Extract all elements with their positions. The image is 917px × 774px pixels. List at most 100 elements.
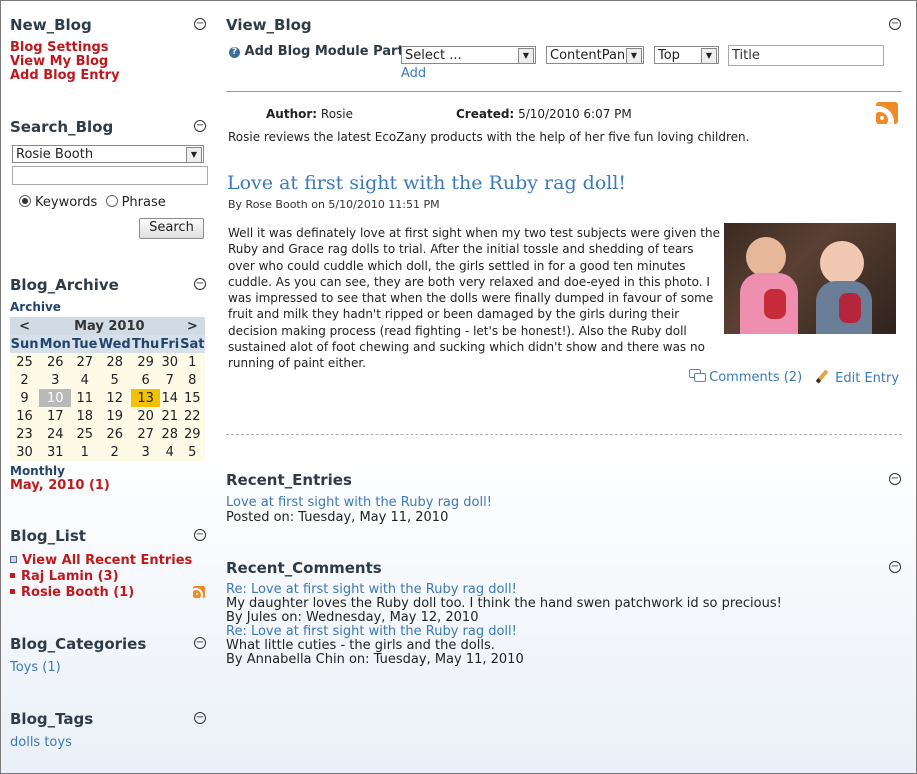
entry-title-link[interactable]: Love at first sight with the Ruby rag do…: [227, 172, 626, 194]
calendar-day[interactable]: 26: [39, 353, 72, 371]
calendar-day[interactable]: 29: [131, 353, 160, 371]
calendar-day[interactable]: 31: [39, 443, 72, 461]
blog-settings-link[interactable]: Blog Settings: [10, 41, 120, 55]
calendar-day[interactable]: 22: [179, 407, 205, 425]
search-input[interactable]: [12, 166, 208, 185]
edit-entry-link[interactable]: Edit Entry: [835, 371, 899, 386]
calendar-day[interactable]: 7: [159, 371, 180, 389]
calendar-day[interactable]: 18: [71, 407, 99, 425]
pane-select[interactable]: ContentPane ▼: [546, 46, 644, 64]
calendar-day[interactable]: 1: [179, 353, 205, 371]
calendar-day[interactable]: 5: [179, 443, 205, 461]
rss-icon[interactable]: [193, 586, 205, 598]
comment-text: What little cuties - the girls and the d…: [226, 638, 495, 653]
calendar-day[interactable]: 27: [131, 425, 160, 443]
comments-action[interactable]: Comments (2): [689, 369, 802, 385]
module-select[interactable]: Select ... ▼: [401, 46, 536, 64]
calendar-day[interactable]: 20: [131, 407, 160, 425]
comments-link[interactable]: Comments (2): [709, 370, 802, 385]
calendar-day[interactable]: 2: [10, 371, 40, 389]
calendar-day[interactable]: 17: [39, 407, 72, 425]
collapse-icon[interactable]: −: [194, 278, 206, 290]
calendar-day[interactable]: 29: [179, 425, 205, 443]
calendar-day[interactable]: 19: [98, 407, 132, 425]
calendar-day[interactable]: 11: [71, 389, 99, 407]
calendar-day[interactable]: 16: [10, 407, 40, 425]
add-link[interactable]: Add: [401, 66, 426, 81]
keywords-radio[interactable]: [19, 195, 31, 207]
collapse-icon[interactable]: −: [889, 18, 901, 30]
add-blog-entry-link[interactable]: Add Blog Entry: [10, 69, 120, 83]
calendar-day[interactable]: 30: [159, 353, 180, 371]
blogger-link-rosie[interactable]: Rosie Booth (1): [21, 585, 134, 600]
help-icon[interactable]: ?: [229, 47, 240, 58]
collapse-icon[interactable]: −: [194, 712, 206, 724]
search-button[interactable]: Search: [139, 218, 204, 239]
view-all-recent-entries-link[interactable]: View All Recent Entries: [22, 553, 192, 568]
calendar-day[interactable]: 28: [98, 353, 132, 371]
calendar-day[interactable]: 25: [10, 353, 40, 371]
weekday: Mon: [39, 335, 72, 353]
chevron-down-icon[interactable]: ▼: [186, 147, 202, 163]
calendar-day[interactable]: 5: [98, 371, 132, 389]
blog-select-value: Rosie Booth: [16, 147, 94, 162]
collapse-icon[interactable]: −: [889, 473, 901, 485]
calendar-day[interactable]: 3: [131, 443, 160, 461]
tag-cloud[interactable]: dolls toys: [10, 735, 72, 750]
calendar-day[interactable]: 21: [159, 407, 180, 425]
prev-month-button[interactable]: <: [10, 317, 40, 335]
bullet-icon: [10, 573, 15, 578]
calendar-day[interactable]: 4: [71, 371, 99, 389]
calendar-day-today[interactable]: 13: [131, 389, 160, 407]
calendar-day[interactable]: 8: [179, 371, 205, 389]
calendar-day[interactable]: 23: [10, 425, 40, 443]
next-month-button[interactable]: >: [179, 317, 205, 335]
collapse-icon[interactable]: −: [194, 637, 206, 649]
calendar-day[interactable]: 14: [159, 389, 180, 407]
weekday: Wed: [98, 335, 132, 353]
calendar-day[interactable]: 24: [39, 425, 72, 443]
entry-photo: [724, 223, 896, 334]
recent-entry-link[interactable]: Love at first sight with the Ruby rag do…: [226, 495, 492, 510]
chevron-down-icon[interactable]: ▼: [626, 48, 642, 64]
calendar-day[interactable]: 4: [159, 443, 180, 461]
calendar-day[interactable]: 2: [98, 443, 132, 461]
recent-comments-list: Re: Love at first sight with the Ruby ra…: [226, 583, 782, 667]
calendar-day[interactable]: 25: [71, 425, 99, 443]
view-my-blog-link[interactable]: View My Blog: [10, 55, 120, 69]
recent-comment-link[interactable]: Re: Love at first sight with the Ruby ra…: [226, 582, 517, 597]
calendar-day[interactable]: 1: [71, 443, 99, 461]
collapse-icon[interactable]: −: [889, 561, 901, 573]
chevron-down-icon[interactable]: ▼: [701, 48, 717, 64]
chevron-down-icon[interactable]: ▼: [518, 48, 534, 64]
calendar-day[interactable]: 3: [39, 371, 72, 389]
calendar-day[interactable]: 27: [71, 353, 99, 371]
pane-select-value: ContentPane: [550, 48, 634, 63]
module-select-value: Select ...: [405, 48, 462, 63]
created-row: Created: 5/10/2010 6:07 PM: [456, 107, 632, 121]
phrase-radio[interactable]: [105, 195, 118, 207]
blog-select[interactable]: Rosie Booth ▼: [12, 145, 204, 163]
recent-comment-link[interactable]: Re: Love at first sight with the Ruby ra…: [226, 624, 517, 639]
monthly-archive-link[interactable]: May, 2010 (1): [10, 479, 110, 493]
calendar-day[interactable]: 12: [98, 389, 132, 407]
calendar-day[interactable]: 30: [10, 443, 40, 461]
collapse-icon[interactable]: −: [194, 120, 206, 132]
calendar-day-selected[interactable]: 10: [39, 389, 72, 407]
category-link-toys[interactable]: Toys (1): [10, 660, 61, 675]
keywords-label: Keywords: [35, 195, 98, 210]
calendar-day[interactable]: 26: [98, 425, 132, 443]
pencil-icon: [815, 369, 829, 384]
position-select[interactable]: Top ▼: [654, 46, 719, 64]
calendar-day[interactable]: 9: [10, 389, 40, 407]
calendar-day[interactable]: 15: [179, 389, 205, 407]
blogger-link-raj[interactable]: Raj Lamin (3): [21, 569, 119, 584]
author-row: Author: Rosie: [266, 107, 353, 121]
calendar-day[interactable]: 6: [131, 371, 160, 389]
collapse-icon[interactable]: −: [194, 18, 206, 30]
rss-feed-icon[interactable]: [876, 102, 898, 124]
collapse-icon[interactable]: −: [194, 529, 206, 541]
calendar-day[interactable]: 28: [159, 425, 180, 443]
module-title-input[interactable]: [728, 45, 884, 66]
edit-entry-action[interactable]: Edit Entry: [815, 369, 899, 386]
